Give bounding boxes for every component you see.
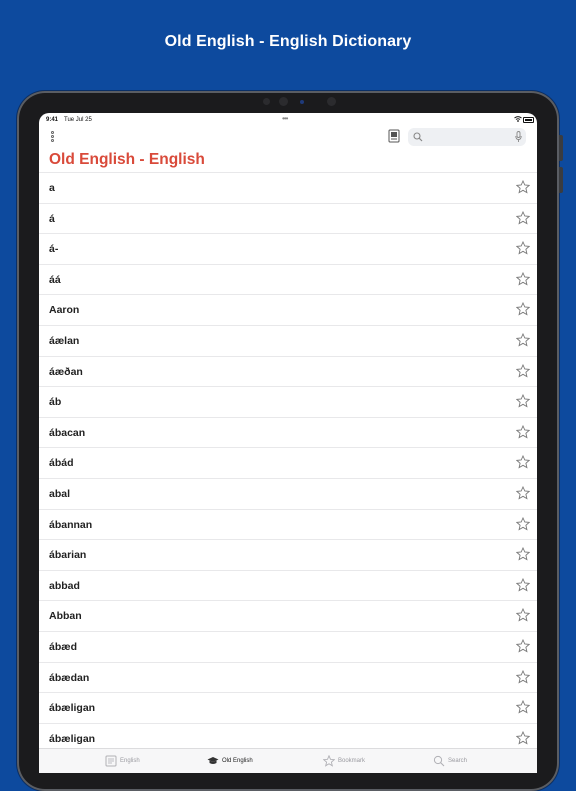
bookmark-star-icon[interactable] — [515, 638, 531, 653]
word-list: a á á-áá Aaron áælan áæðan áb ábacan ábád abal ába… — [39, 172, 537, 753]
search-input[interactable] — [426, 130, 510, 146]
bookmark-star-icon[interactable] — [515, 394, 531, 408]
list-item[interactable]: ábædan — [39, 661, 537, 693]
tab-label: Search — [448, 758, 468, 764]
list-item[interactable]: Abban — [39, 600, 537, 631]
list-item[interactable]: ábæligan — [39, 692, 537, 723]
volume-up-button — [559, 135, 563, 161]
graduation-cap-icon — [207, 757, 219, 764]
list-item[interactable]: abbad — [39, 569, 537, 601]
tab-label: English — [120, 758, 140, 764]
star-icon — [323, 755, 335, 767]
tab-label: Old English — [222, 758, 253, 764]
bookmark-star-icon[interactable] — [515, 547, 531, 561]
volume-down-button — [559, 167, 563, 193]
list-item[interactable]: áb — [39, 386, 537, 417]
bookmark-star-icon[interactable] — [515, 669, 531, 684]
list-item[interactable]: á — [39, 202, 537, 234]
bookmark-star-icon[interactable] — [515, 302, 531, 316]
bookmark-star-icon[interactable] — [515, 363, 531, 378]
list-item[interactable]: ábacan — [39, 416, 537, 448]
list-item-word: ábannan — [49, 518, 93, 531]
list-item-word: ábæligan — [49, 702, 96, 715]
app-screen: 9:41 Tue Jul 25 ••• Old English - Englis… — [39, 113, 537, 773]
list-item[interactable]: a — [39, 172, 537, 203]
list-item[interactable]: áæðan — [39, 355, 537, 387]
bookmark-star-icon[interactable] — [515, 271, 531, 286]
status-bar: 9:41 Tue Jul 25 ••• — [39, 113, 537, 127]
list-item-word: abal — [49, 487, 71, 500]
list-item-word: a — [49, 182, 55, 194]
status-date: Tue Jul 25 — [64, 117, 92, 123]
bookmark-star-icon[interactable] — [515, 730, 531, 745]
status-time: 9:41 — [46, 117, 59, 123]
promo-title: Old English - English Dictionary — [164, 33, 412, 50]
camera-bar — [263, 97, 345, 107]
bookmark-star-icon[interactable] — [515, 608, 531, 622]
tab-label: Bookmark — [338, 758, 366, 764]
list-item-word: áb — [49, 396, 62, 409]
menu-icon[interactable] — [51, 131, 57, 145]
list-item-word: ábacan — [49, 426, 86, 439]
list-item-word: áæðan — [49, 365, 83, 378]
bookmark-star-icon[interactable] — [515, 332, 531, 347]
list-item-word: ábarian — [49, 549, 87, 562]
list-item-word: ábæd — [49, 640, 78, 653]
list-item-word: ábád — [49, 457, 74, 470]
wifi-icon — [514, 116, 522, 122]
list-item-word: áá — [49, 273, 61, 286]
multitasking-dots-icon[interactable]: ••• — [282, 114, 288, 123]
list-item[interactable]: áá — [39, 263, 537, 295]
list-item-word: á- — [49, 243, 59, 256]
list-item-word: ábæligan — [49, 732, 96, 745]
search-field[interactable] — [408, 128, 526, 146]
list-item[interactable]: ábannan — [39, 508, 537, 540]
battery-icon — [523, 117, 534, 123]
book-icon[interactable] — [388, 129, 400, 143]
bookmark-star-icon[interactable] — [515, 699, 531, 714]
list-item-word: abbad — [49, 579, 80, 592]
list-item-word: ábædan — [49, 671, 90, 684]
list-item[interactable]: ábæd — [39, 630, 537, 662]
list-item-word: á — [49, 212, 55, 225]
tablet-frame: 9:41 Tue Jul 25 ••• Old English - Englis… — [17, 91, 563, 791]
dictionary-icon — [105, 755, 117, 767]
bookmark-star-icon[interactable] — [515, 577, 531, 592]
tab-bar: English Old English Bookmark Search — [39, 748, 537, 773]
list-item[interactable]: áælan — [39, 324, 537, 356]
list-item[interactable]: á- — [39, 233, 537, 264]
bookmark-star-icon[interactable] — [515, 241, 531, 255]
bookmark-star-icon[interactable] — [515, 179, 531, 194]
page-title: Old English - English — [49, 151, 205, 168]
list-item-word: Aaron — [49, 304, 80, 317]
bookmark-star-icon[interactable] — [515, 516, 531, 531]
list-item[interactable]: ábarian — [39, 539, 537, 570]
search-icon — [433, 755, 445, 767]
list-item-word: áælan — [49, 334, 80, 347]
bookmark-star-icon[interactable] — [515, 210, 531, 225]
microphone-icon[interactable] — [515, 131, 522, 143]
list-item[interactable]: abal — [39, 477, 537, 509]
search-icon — [413, 132, 423, 142]
bookmark-star-icon[interactable] — [515, 424, 531, 439]
list-item[interactable]: ábád — [39, 447, 537, 478]
list-item[interactable]: Aaron — [39, 294, 537, 325]
bookmark-star-icon[interactable] — [515, 455, 531, 469]
list-item-word: Abban — [49, 610, 82, 623]
bookmark-star-icon[interactable] — [515, 485, 531, 500]
